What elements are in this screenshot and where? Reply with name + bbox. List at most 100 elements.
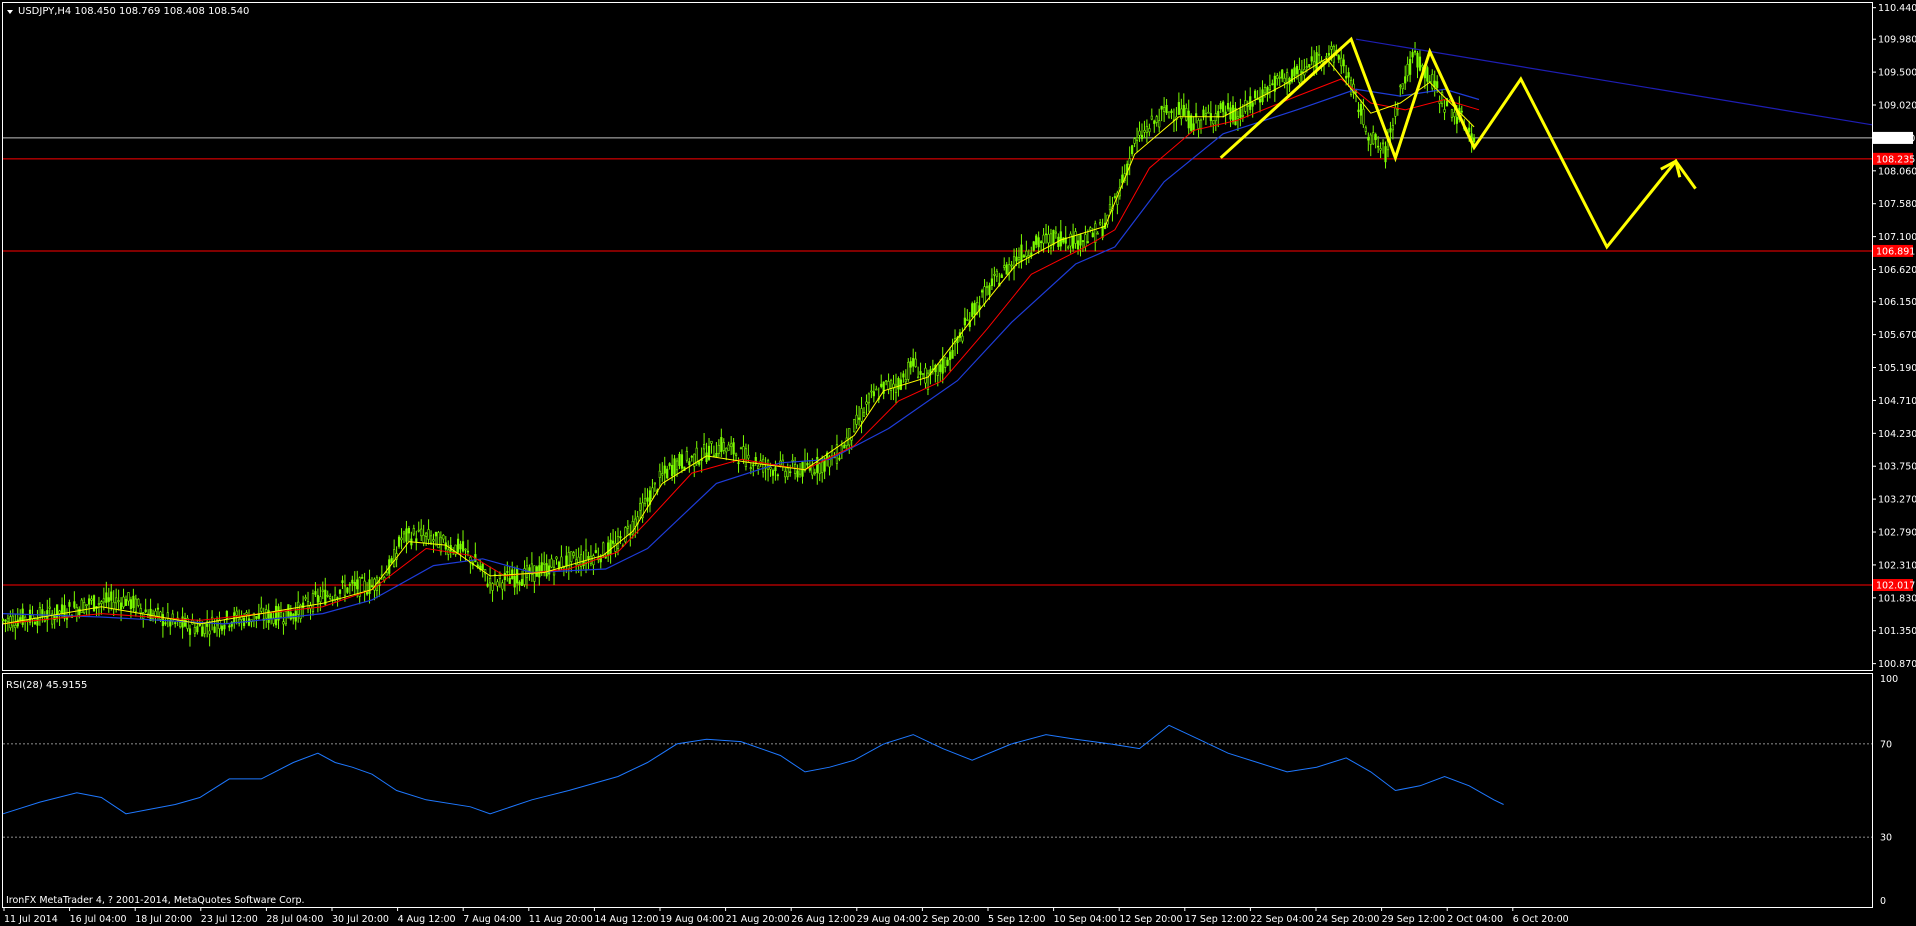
candle-body (1389, 128, 1392, 133)
candle-body (784, 470, 787, 478)
time-tick-label: 30 Jul 20:00 (332, 914, 389, 925)
time-tick-label: 18 Jul 20:00 (135, 914, 192, 925)
descending-trendline[interactable] (1355, 38, 1873, 126)
candle-body (798, 468, 802, 475)
candle-body (85, 604, 88, 607)
candle-body (904, 379, 907, 383)
candle-body (193, 627, 196, 634)
candle-body (742, 446, 745, 460)
candle-body (860, 408, 863, 422)
candle-body (117, 600, 120, 602)
candle-body (737, 462, 740, 464)
candle-body (897, 378, 900, 390)
candle-body (139, 608, 142, 614)
candle-body (112, 601, 115, 610)
candle-body (875, 388, 878, 391)
time-tick-label: 6 Oct 20:00 (1513, 914, 1569, 925)
candle-body (115, 597, 118, 604)
candle-body (1187, 110, 1190, 129)
candle-body (1170, 110, 1173, 114)
candle-body (786, 467, 789, 478)
price-tick-label: 103.750 (1878, 462, 1916, 473)
candle-body (481, 563, 484, 571)
candle-body (1185, 108, 1188, 121)
candle-body (365, 591, 369, 595)
candle-body (134, 598, 137, 612)
time-tick-label: 22 Sep 04:00 (1250, 914, 1313, 925)
candle-body (201, 626, 204, 637)
candle-body (1094, 223, 1097, 243)
candle-body (326, 594, 329, 597)
candle-body (1165, 104, 1168, 114)
candle-body (88, 598, 91, 605)
candle-body (73, 601, 76, 608)
candle-body (963, 317, 966, 326)
candle-body (179, 622, 182, 628)
time-tick-label: 10 Sep 04:00 (1054, 914, 1117, 925)
candle-body (434, 531, 438, 537)
candle-body (594, 550, 597, 553)
candle-body (1222, 101, 1225, 112)
candle-body (712, 454, 716, 457)
candle-body (789, 471, 792, 474)
candle-body (538, 565, 541, 578)
candle-body (1426, 67, 1429, 82)
time-tick-label: 4 Aug 12:00 (398, 914, 456, 925)
candle-body (1131, 145, 1134, 155)
candle-body (1450, 109, 1454, 118)
price-tick-label: 102.790 (1878, 528, 1916, 539)
rsi-label: RSI(28) 45.9155 (6, 680, 87, 691)
time-tick-label: 26 Aug 12:00 (791, 914, 855, 925)
candle-body (1199, 119, 1203, 129)
rsi-axis: 100 70 30 0 (1880, 674, 1898, 907)
candle-body (1040, 241, 1043, 244)
candle-body (1411, 52, 1414, 58)
candle-body (1003, 265, 1006, 268)
candle-body (971, 303, 974, 317)
candle-body (995, 270, 998, 277)
candle-body (1379, 148, 1382, 151)
candle-body (1468, 127, 1471, 133)
price-tick-label: 105.190 (1878, 363, 1916, 374)
candle-body (698, 461, 701, 465)
candle-body (329, 596, 332, 599)
rsi-panel-frame (2, 673, 1873, 908)
candle-body (1418, 56, 1422, 71)
candle-body (461, 541, 465, 552)
candle-body (855, 414, 858, 425)
candle-body (1409, 59, 1412, 75)
level-label: 106.891 (1876, 246, 1915, 257)
candle-body (717, 444, 720, 454)
candle-body (653, 482, 656, 485)
rsi-tick-label: 70 (1880, 739, 1892, 750)
candle-body (516, 567, 519, 584)
price-tick-label: 100.870 (1878, 659, 1916, 670)
candle-body (279, 612, 283, 618)
candle-body (1108, 204, 1112, 211)
candle-body (223, 624, 226, 630)
candle-body (565, 555, 568, 567)
candle-body (818, 463, 821, 474)
candle-body (321, 589, 324, 593)
candle-body (1017, 257, 1021, 260)
candle-body (412, 528, 415, 535)
candle-body (1143, 130, 1146, 133)
candle-body (1096, 232, 1099, 235)
candle-body (1367, 137, 1370, 141)
candle-body (769, 466, 772, 470)
candle-body (749, 467, 752, 470)
price-tick-label: 102.310 (1878, 560, 1916, 571)
time-tick-label: 29 Aug 04:00 (857, 914, 921, 925)
candle-body (720, 437, 723, 452)
candle-body (570, 551, 573, 562)
candle-body (1086, 241, 1089, 243)
candle-body (110, 591, 113, 601)
candle-body (936, 364, 939, 376)
candle-body (560, 556, 563, 569)
candle-body (1359, 103, 1363, 116)
candle-body (1416, 52, 1419, 68)
rsi-line (2, 724, 1504, 815)
candle-body (1084, 234, 1087, 247)
candle-body (1421, 65, 1424, 68)
triangle-down-icon[interactable] (7, 10, 13, 14)
